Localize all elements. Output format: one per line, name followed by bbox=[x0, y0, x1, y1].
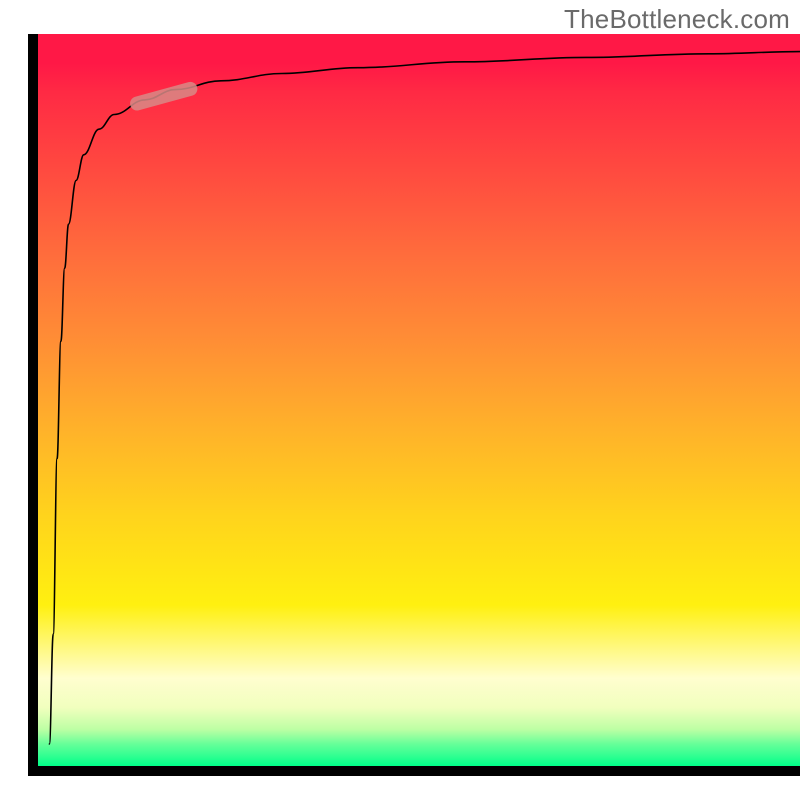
curve-highlight-marker bbox=[137, 89, 190, 104]
curve-layer bbox=[38, 34, 800, 766]
chart-stage: TheBottleneck.com bbox=[0, 0, 800, 800]
bottleneck-curve bbox=[49, 52, 800, 744]
plot-frame bbox=[28, 34, 800, 776]
watermark-text: TheBottleneck.com bbox=[564, 4, 790, 35]
